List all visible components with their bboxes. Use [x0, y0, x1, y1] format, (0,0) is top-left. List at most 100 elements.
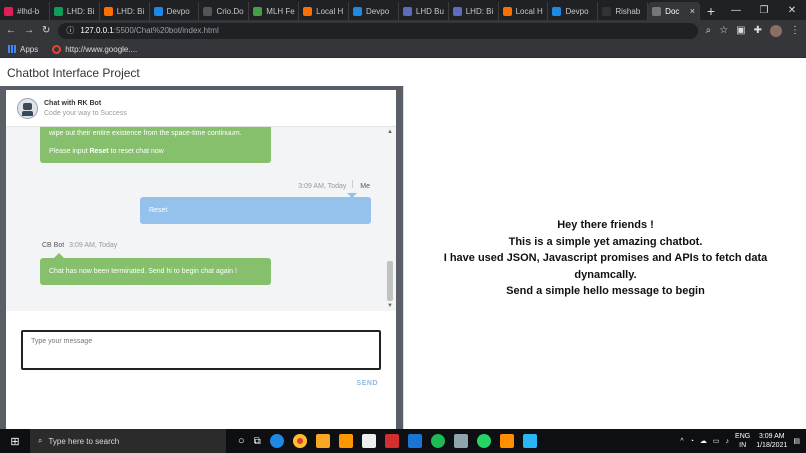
puzzle-icon[interactable]: ✚	[754, 25, 762, 36]
search-icon: ⌕	[38, 436, 43, 445]
bookmark-apps[interactable]: Apps	[8, 45, 38, 54]
tab-label: Devpo	[166, 6, 190, 16]
tab-label: Local H	[316, 6, 344, 16]
menu-icon[interactable]: ⋮	[790, 25, 800, 36]
user-message: Reset	[140, 197, 371, 224]
tab-label: LHD: Bi	[465, 6, 494, 16]
store-icon[interactable]	[361, 434, 376, 448]
notepad-icon[interactable]	[453, 434, 468, 448]
battery-icon[interactable]: ▭	[713, 437, 720, 445]
scroll-up-icon[interactable]: ▲	[387, 129, 393, 135]
bookmark-google[interactable]: http://www.google....	[52, 44, 137, 54]
vlc-icon[interactable]	[499, 434, 514, 448]
browser-tab[interactable]: LHD Bu	[399, 2, 449, 20]
task-view-icon[interactable]: ⧉	[254, 436, 261, 447]
browser-tab[interactable]: Doc ×	[648, 2, 701, 20]
bookmark-star-icon[interactable]: ☆	[719, 25, 728, 36]
scroll-thumb[interactable]	[387, 261, 393, 301]
edge-icon[interactable]	[269, 434, 284, 448]
postman-icon	[103, 6, 113, 16]
tab-label: Rishab	[615, 6, 641, 16]
browser-tab-strip: #lhd-b LHD: Bi LHD: Bi Devpo Crio.Do MLH Fe Lo…	[0, 0, 806, 20]
github-icon	[602, 6, 612, 16]
volume-icon[interactable]: ♪	[726, 438, 730, 445]
browser-tab[interactable]: LHD: Bi	[100, 2, 150, 20]
browser-tab[interactable]: Local H	[499, 2, 549, 20]
browser-tab[interactable]: MLH Fe	[249, 2, 300, 20]
language-indicator[interactable]: ENG IN	[735, 432, 750, 450]
close-window-icon[interactable]: ✕	[778, 2, 806, 20]
browser-tab[interactable]: Devpo	[548, 2, 599, 20]
system-tray: ^ ◔ ☁ ▭ ♪ ENG IN 3:09 AM 1/18/2021 ▤	[680, 432, 806, 450]
profile-avatar[interactable]	[770, 24, 782, 37]
bot-avatar-icon	[17, 97, 38, 119]
scroll-down-icon[interactable]: ▼	[387, 303, 393, 309]
browser-tab[interactable]: LHD: Bi	[449, 2, 499, 20]
tab-label: #lhd-b	[17, 6, 40, 16]
browser-tab[interactable]: Rishab	[598, 2, 649, 20]
loading-icon	[652, 6, 662, 16]
devpost-icon	[552, 6, 562, 16]
tab-label: LHD: Bi	[66, 6, 95, 16]
spotify-icon[interactable]	[430, 434, 445, 448]
crio-icon	[203, 6, 213, 16]
chat-panel: Chat with RK Bot Code your way to Succes…	[6, 90, 396, 429]
taskbar-apps: ○ ⧉	[226, 434, 537, 448]
cloud-icon[interactable]: ☁	[700, 437, 707, 445]
windows-start-icon[interactable]: ⊞	[0, 435, 30, 448]
notification-icon[interactable]: ▤	[793, 437, 800, 445]
cortana-icon[interactable]: ○	[238, 435, 245, 447]
url-path: :5500/Chat%20bot/index.html	[113, 26, 219, 35]
reload-icon[interactable]: ↻	[42, 25, 50, 36]
tab-close-icon[interactable]: ×	[690, 6, 695, 16]
back-icon[interactable]: ←	[6, 25, 16, 36]
bookmarks-bar: Apps http://www.google....	[0, 41, 806, 58]
user-message-meta: 3:09 AM, Today Me	[298, 180, 370, 190]
taskbar-clock[interactable]: 3:09 AM 1/18/2021	[756, 432, 787, 450]
vscode-icon[interactable]	[407, 434, 422, 448]
zoom-icon[interactable]: ⌕	[706, 25, 712, 36]
browser-tab[interactable]: Devpo	[349, 2, 399, 20]
chat-messages[interactable]: wipe out their entire existence from the…	[6, 127, 396, 311]
extension-icon[interactable]: ▣	[736, 25, 745, 36]
send-button[interactable]: SEND	[357, 380, 378, 387]
taskbar-search[interactable]: ⌕ Type here to search	[30, 429, 226, 453]
browser-tab[interactable]: Crio.Do	[199, 2, 250, 20]
tab-label: LHD: Bi	[116, 6, 145, 16]
windows-taskbar: ⊞ ⌕ Type here to search ○ ⧉ ^ ◔ ☁ ▭ ♪ EN…	[0, 429, 806, 453]
sublime-icon[interactable]	[338, 434, 353, 448]
bot-message: Chat has now been terminated. Send hi to…	[40, 258, 271, 285]
page-title: Chatbot Interface Project	[7, 66, 140, 80]
maximize-icon[interactable]: ❐	[750, 2, 778, 20]
forward-icon[interactable]: →	[24, 25, 34, 36]
bot-tagline: Code your way to Success	[44, 109, 127, 117]
bot-message-meta: CB Bot 3:09 AM, Today	[42, 242, 118, 249]
tab-label: Crio.Do	[216, 6, 244, 16]
minimize-icon[interactable]: —	[722, 2, 750, 20]
welcome-text: Hey there friends ! This is a simple yet…	[443, 219, 768, 297]
message-input[interactable]	[21, 330, 381, 370]
postman-icon	[303, 6, 313, 16]
network-icon[interactable]: ◔	[690, 438, 694, 445]
postman-icon	[502, 6, 512, 16]
whatsapp-icon[interactable]	[476, 434, 491, 448]
file-explorer-icon[interactable]	[315, 434, 330, 448]
address-bar[interactable]: ⓘ 127.0.0.1:5500/Chat%20bot/index.html	[58, 22, 698, 39]
browser-tab[interactable]: Local H	[299, 2, 350, 20]
forms-icon	[402, 6, 412, 16]
browser-tab[interactable]: LHD: Bi	[50, 2, 100, 20]
chrome-icon[interactable]	[292, 434, 307, 448]
chat-header: Chat with RK Bot Code your way to Succes…	[6, 90, 396, 127]
mail-icon[interactable]	[384, 434, 399, 448]
new-tab-button[interactable]: +	[700, 2, 722, 20]
info-icon[interactable]: ⓘ	[66, 25, 74, 36]
snip-icon[interactable]	[522, 434, 537, 448]
browser-tab[interactable]: Devpo	[150, 2, 200, 20]
browser-tab[interactable]: #lhd-b	[0, 2, 50, 20]
tab-label: MLH Fe	[266, 6, 295, 16]
tray-chevron-icon[interactable]: ^	[680, 438, 683, 445]
bot-message: wipe out their entire existence from the…	[40, 127, 271, 163]
tab-label: LHD Bu	[415, 6, 444, 16]
chat-scrollbar[interactable]: ▲ ▼	[386, 129, 394, 309]
mlh-icon	[253, 6, 263, 16]
